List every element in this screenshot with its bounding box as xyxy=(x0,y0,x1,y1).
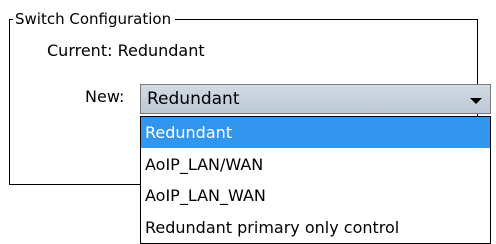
chevron-down-icon[interactable] xyxy=(470,98,482,104)
dropdown-option-aoip-lan-wan-slash[interactable]: AoIP_LAN/WAN xyxy=(141,149,490,180)
dropdown-option-redundant-primary-only-control[interactable]: Redundant primary only control xyxy=(141,212,490,243)
dropdown-option-redundant[interactable]: Redundant xyxy=(141,117,490,148)
group-legend: Switch Configuration xyxy=(13,8,176,30)
new-config-label: New: xyxy=(85,87,125,106)
dropdown-selected-value: Redundant xyxy=(147,89,240,109)
current-config-label: Current: Redundant xyxy=(47,41,205,60)
dropdown-option-aoip-lan-wan[interactable]: AoIP_LAN_WAN xyxy=(141,180,490,211)
dropdown-list: Redundant AoIP_LAN/WAN AoIP_LAN_WAN Redu… xyxy=(140,116,491,244)
new-config-dropdown[interactable]: Redundant xyxy=(140,84,491,114)
